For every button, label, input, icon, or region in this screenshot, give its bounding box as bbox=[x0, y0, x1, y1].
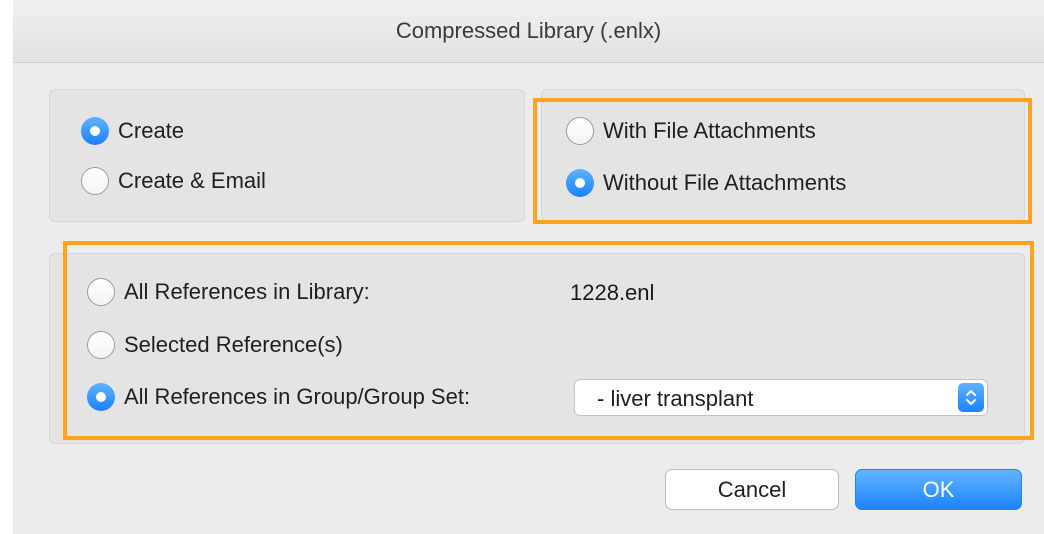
radio-all-references-library[interactable]: All References in Library: bbox=[87, 277, 370, 307]
radio-button-checked[interactable] bbox=[81, 117, 109, 145]
radio-group-set-label: All References in Group/Group Set: bbox=[124, 384, 471, 409]
radio-with-attachments[interactable]: With File Attachments bbox=[566, 116, 816, 146]
chevron-up-down-icon[interactable] bbox=[958, 383, 984, 412]
radio-button-unchecked[interactable] bbox=[81, 167, 109, 195]
radio-button-unchecked[interactable] bbox=[566, 117, 594, 145]
radio-button-unchecked[interactable] bbox=[87, 278, 115, 306]
radio-with-attachments-label: With File Attachments bbox=[603, 118, 816, 143]
radio-selected-references[interactable]: Selected Reference(s) bbox=[87, 330, 343, 360]
group-set-select-value: - liver transplant bbox=[597, 386, 754, 411]
cancel-button[interactable]: Cancel bbox=[665, 469, 839, 510]
radio-selected-references-label: Selected Reference(s) bbox=[124, 332, 343, 357]
radio-create-email[interactable]: Create & Email bbox=[81, 166, 266, 196]
compressed-library-dialog: Compressed Library (.enlx) Create Create… bbox=[13, 0, 1044, 534]
radio-all-references-library-label: All References in Library: bbox=[124, 279, 370, 304]
action-panel bbox=[49, 89, 525, 222]
radio-without-attachments[interactable]: Without File Attachments bbox=[566, 168, 846, 198]
radio-create-email-label: Create & Email bbox=[118, 168, 266, 193]
window-title: Compressed Library (.enlx) bbox=[13, 0, 1044, 63]
radio-create-label: Create bbox=[118, 118, 185, 143]
radio-without-attachments-label: Without File Attachments bbox=[603, 170, 847, 195]
radio-button-unchecked[interactable] bbox=[87, 331, 115, 359]
radio-button-checked[interactable] bbox=[566, 169, 594, 197]
library-filename: 1228.enl bbox=[570, 280, 655, 305]
radio-button-checked[interactable] bbox=[87, 383, 115, 411]
radio-create[interactable]: Create bbox=[81, 116, 184, 146]
group-set-select[interactable]: - liver transplant bbox=[574, 379, 988, 416]
ok-button[interactable]: OK bbox=[855, 469, 1022, 510]
attachments-panel bbox=[541, 89, 1025, 222]
radio-group-set[interactable]: All References in Group/Group Set: bbox=[87, 382, 470, 412]
